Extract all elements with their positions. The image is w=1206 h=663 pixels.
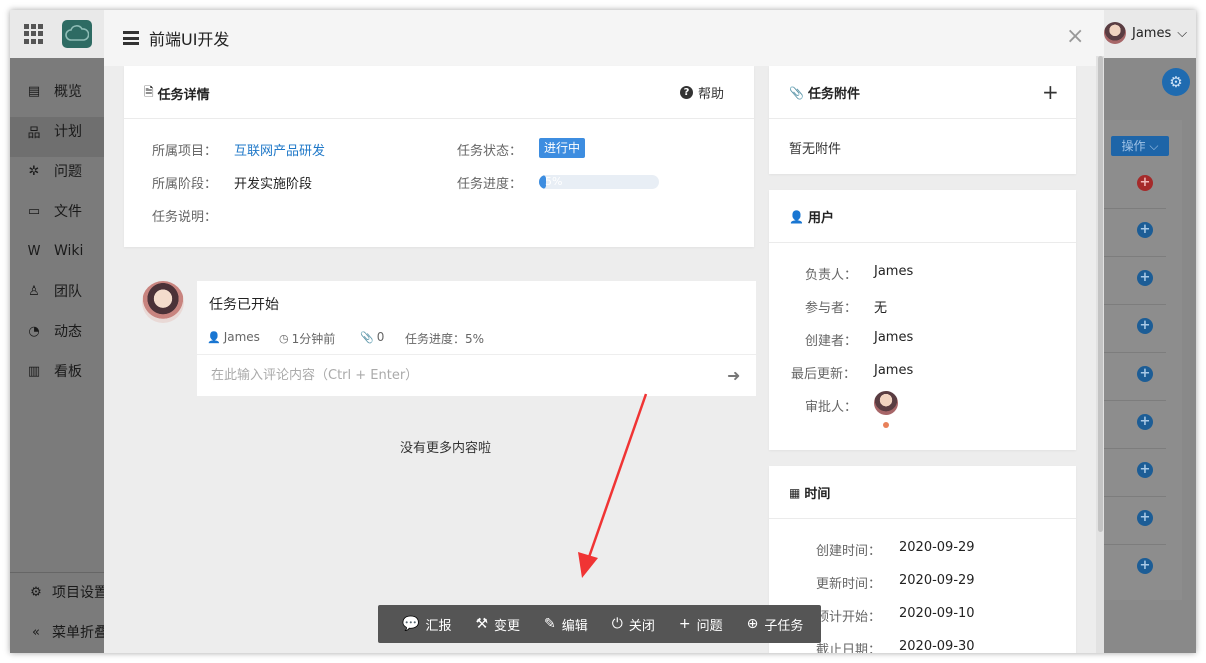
operate-button[interactable]: 操作 ⌵	[1111, 136, 1169, 156]
action-label: 关闭	[628, 618, 655, 634]
action-bar: 💬 汇报 ⚒ 变更 ✎ 编辑 ⏻ 关闭 + 问题 ⊕ 子任务	[378, 605, 821, 643]
action-label: 编辑	[561, 618, 588, 634]
sidebar-item-label: Wiki	[54, 243, 84, 259]
add-icon[interactable]: +	[1137, 318, 1153, 334]
divider	[1104, 352, 1166, 353]
sidebar-item-label: 看板	[54, 364, 82, 380]
action-label: 变更	[494, 618, 521, 634]
add-icon[interactable]: +	[1137, 414, 1153, 430]
folder-icon: ▭	[27, 203, 41, 219]
comment-icon: 💬	[402, 616, 420, 632]
sidebar-item-label: 问题	[54, 164, 82, 180]
divider	[1104, 544, 1166, 545]
activity-icon: ◔	[28, 323, 40, 339]
divider	[1104, 304, 1166, 305]
sidebar-item-label: 动态	[54, 324, 82, 340]
overview-icon: ▤	[27, 83, 41, 99]
divider	[1104, 208, 1166, 209]
annotation-arrow	[578, 393, 648, 578]
issue-button[interactable]: + 问题	[679, 615, 723, 634]
double-chevron-left-icon: «	[32, 624, 40, 640]
settings-gear-button[interactable]: ⚙	[1162, 68, 1190, 96]
report-button[interactable]: 💬 汇报	[402, 615, 451, 634]
sidebar-item-activity[interactable]: ◔ 动态	[26, 319, 82, 343]
subtask-button[interactable]: ⊕ 子任务	[747, 615, 804, 634]
remove-icon[interactable]: +	[1137, 175, 1153, 191]
plan-icon: 品	[27, 125, 41, 141]
add-icon[interactable]: +	[1137, 270, 1153, 286]
app-grid-icon[interactable]	[24, 24, 44, 44]
sidebar-item-files[interactable]: ▭ 文件	[26, 199, 82, 223]
divider	[1104, 448, 1166, 449]
plus-circle-icon: ⊕	[746, 616, 759, 632]
change-button[interactable]: ⚒ 变更	[475, 615, 520, 634]
action-label: 问题	[696, 618, 723, 634]
add-icon[interactable]: +	[1137, 510, 1153, 526]
project-settings-label: 项目设置	[52, 585, 108, 601]
action-label: 汇报	[425, 618, 452, 634]
add-icon[interactable]: +	[1137, 366, 1153, 382]
add-icon[interactable]: +	[1137, 558, 1153, 574]
project-settings-link[interactable]: ⚙ 项目设置	[28, 580, 108, 604]
divider	[1104, 400, 1166, 401]
collapse-menu-label: 菜单折叠	[52, 625, 108, 641]
power-icon: ⏻	[611, 616, 623, 632]
add-icon[interactable]: +	[1137, 462, 1153, 478]
gavel-icon: ⚒	[475, 616, 489, 632]
app-logo	[62, 20, 92, 48]
chevron-down-icon: ⌵	[1177, 25, 1188, 41]
sidebar-item-label: 概览	[54, 84, 82, 100]
gear-icon: ⚙	[30, 584, 42, 600]
sidebar-item-label: 计划	[54, 124, 82, 140]
sidebar-item-board[interactable]: ▥ 看板	[26, 359, 82, 383]
sidebar-item-label: 团队	[54, 284, 82, 300]
divider	[1104, 496, 1166, 497]
collapse-menu-link[interactable]: « 菜单折叠	[28, 620, 108, 644]
add-icon[interactable]: +	[1137, 222, 1153, 238]
sidebar-item-issues[interactable]: ✲ 问题	[26, 159, 82, 183]
bug-icon: ✲	[28, 163, 40, 179]
sidebar-item-team[interactable]: ♙ 团队	[26, 279, 82, 303]
team-icon: ♙	[28, 283, 40, 299]
divider	[10, 572, 106, 573]
sidebar-item-wiki[interactable]: W Wiki	[26, 239, 84, 263]
background-table	[1104, 120, 1182, 600]
task-modal: 前端UI开发 × 🗎 任务详情 ? 帮助 所属项目： 互联网产品研发 所属阶段： 开…	[104, 10, 1104, 653]
divider	[1104, 256, 1166, 257]
plus-icon: +	[678, 616, 691, 632]
close-task-button[interactable]: ⏻ 关闭	[612, 615, 655, 634]
user-menu[interactable]: James ⌵	[1104, 22, 1187, 44]
user-name: James	[1132, 25, 1172, 41]
wiki-icon: W	[27, 243, 41, 259]
app-window: James ⌵ ▤ 概览 品计划 ✲ 问题 ▭ 文件 W Wiki ♙ 团队 ◔ 动态 ▥ 看…	[10, 10, 1196, 653]
sidebar-item-plan[interactable]: 品计划	[26, 119, 82, 143]
avatar	[1104, 22, 1126, 44]
sidebar-item-label: 文件	[54, 204, 82, 220]
sidebar-item-overview[interactable]: ▤ 概览	[26, 79, 82, 103]
board-icon: ▥	[27, 363, 41, 379]
edit-icon: ✎	[544, 616, 556, 632]
action-label: 子任务	[764, 618, 804, 634]
edit-button[interactable]: ✎ 编辑	[544, 615, 588, 634]
